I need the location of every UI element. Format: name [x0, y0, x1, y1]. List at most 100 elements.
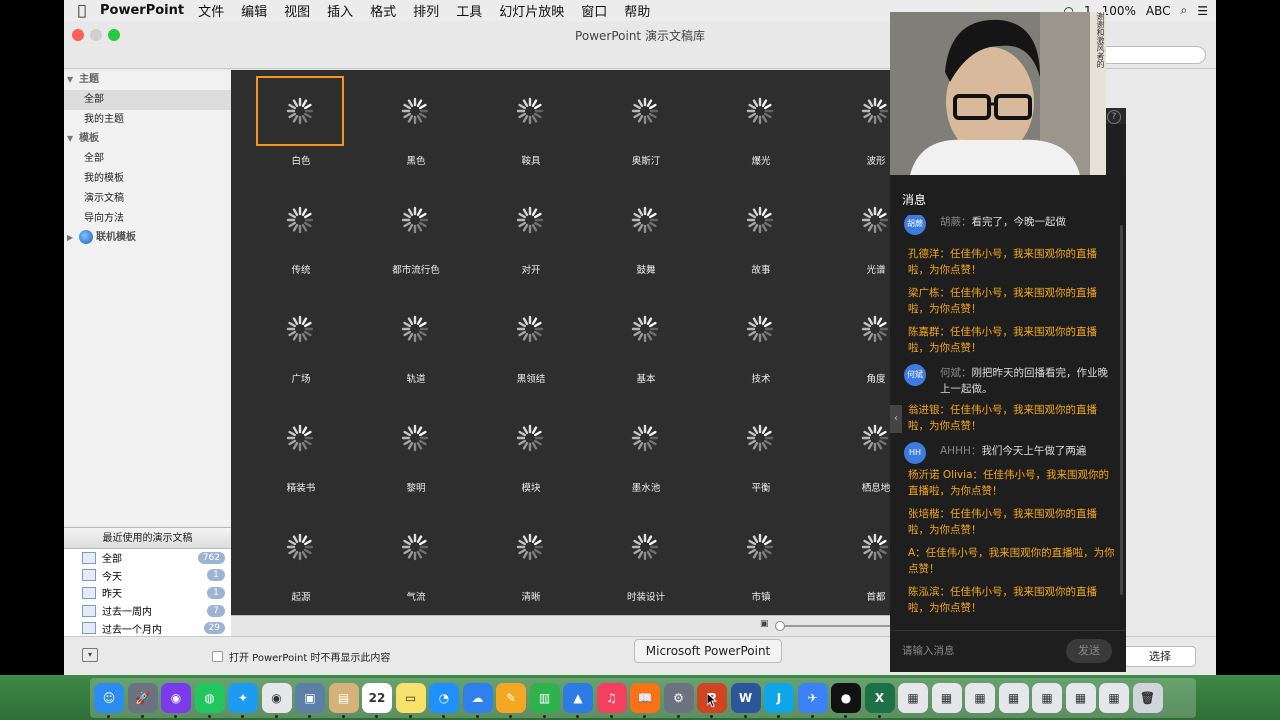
theme-thumbnail[interactable]	[371, 76, 459, 146]
sidebar-item[interactable]: 导向方法	[64, 209, 231, 229]
user-avatar[interactable]: HH	[904, 442, 926, 464]
system-preferences-dock-icon[interactable]: ⚙	[663, 683, 694, 713]
theme-tile[interactable]: 鞍具	[486, 76, 576, 167]
theme-thumbnail[interactable]	[831, 185, 891, 255]
theme-tile[interactable]: 传统	[256, 185, 346, 276]
doc-7-dock-icon[interactable]: ▦	[1099, 683, 1129, 713]
theme-tile[interactable]: 黑领结	[486, 294, 576, 385]
numbers-dock-icon[interactable]: ▥	[529, 683, 560, 713]
sidebar-item[interactable]: 全部	[64, 89, 231, 110]
menu-item[interactable]: 窗口	[581, 1, 607, 20]
theme-tile[interactable]: 奥斯汀	[601, 76, 691, 167]
itunes-dock-icon[interactable]: ♫	[596, 683, 627, 713]
apple-icon[interactable]: 	[64, 3, 100, 19]
menu-item[interactable]: 排列	[413, 1, 439, 20]
help-icon[interactable]: ?	[1107, 110, 1121, 124]
doc-1-dock-icon[interactable]: ▦	[898, 683, 928, 713]
ibooks-dock-icon[interactable]: 📖	[630, 683, 660, 713]
recent-item[interactable]: 过去一个月内 29	[64, 619, 231, 636]
theme-thumbnail[interactable]	[371, 185, 459, 255]
theme-thumbnail[interactable]	[371, 512, 459, 582]
doc-3-dock-icon[interactable]: ▦	[965, 683, 995, 713]
send-button[interactable]: 发送	[1066, 639, 1112, 663]
theme-tile[interactable]: 波形	[831, 76, 891, 167]
recent-item[interactable]: 过去一周内 7	[64, 602, 231, 620]
theme-thumbnail[interactable]	[256, 76, 344, 146]
theme-thumbnail[interactable]	[831, 76, 891, 146]
chat-username[interactable]: AHHH：	[940, 445, 981, 457]
doc-6-dock-icon[interactable]: ▦	[1065, 683, 1096, 713]
theme-thumbnail[interactable]	[371, 403, 459, 473]
doc-2-dock-icon[interactable]: ▦	[931, 683, 962, 713]
word-dock-icon[interactable]: W	[730, 683, 761, 713]
menu-item[interactable]: 视图	[284, 1, 310, 20]
trash-dock-icon[interactable]: 🗑	[1132, 683, 1163, 713]
theme-thumbnail[interactable]	[601, 76, 689, 146]
zoom-slider-track[interactable]	[776, 625, 896, 627]
recent-item[interactable]: 今天 1	[64, 567, 231, 585]
launchpad-dock-icon[interactable]: 🚀	[127, 683, 158, 713]
theme-tile[interactable]: 起源	[256, 512, 346, 603]
qq-dock-icon[interactable]: ◔	[429, 683, 459, 713]
theme-thumbnail[interactable]	[716, 294, 804, 364]
theme-tile[interactable]: 角度	[831, 294, 891, 385]
theme-thumbnail[interactable]	[716, 185, 804, 255]
theme-thumbnail[interactable]	[601, 403, 689, 473]
app-menu[interactable]: PowerPoint	[100, 3, 184, 18]
theme-tile[interactable]: 首都	[831, 512, 891, 603]
chat-username[interactable]: 何斌：	[940, 367, 972, 379]
theme-thumbnail[interactable]	[256, 403, 344, 473]
theme-thumbnail[interactable]	[716, 512, 804, 582]
theme-tile[interactable]: 技术	[716, 294, 806, 385]
theme-tile[interactable]: 故事	[716, 185, 806, 276]
disclosure-triangle-icon[interactable]: ▼	[67, 129, 79, 149]
theme-thumbnail[interactable]	[486, 294, 574, 364]
theme-tile[interactable]: 精装书	[256, 403, 346, 494]
theme-thumbnail[interactable]	[601, 512, 689, 582]
menu-item[interactable]: 帮助	[624, 1, 650, 20]
recorder-dock-icon[interactable]: ●	[831, 683, 861, 713]
theme-thumbnail[interactable]	[831, 403, 891, 473]
theme-thumbnail[interactable]	[601, 185, 689, 255]
theme-thumbnail[interactable]	[256, 185, 344, 255]
sidebar-item[interactable]: 全部	[64, 149, 231, 169]
menu-item[interactable]: 文件	[198, 1, 224, 20]
wechat-dock-icon[interactable]: ◍	[194, 683, 225, 713]
theme-tile[interactable]: 气流	[371, 512, 461, 603]
theme-thumbnail[interactable]	[256, 294, 344, 364]
disclosure-triangle-icon[interactable]: ▶	[67, 228, 79, 248]
sidebar-item[interactable]: 我的模板	[64, 169, 231, 189]
finder-dock-icon[interactable]: ☺	[94, 683, 124, 713]
sidebar-item[interactable]: 我的主题	[64, 110, 231, 130]
sidebar-section-header[interactable]: ▼ 主题	[64, 70, 231, 90]
dont-show-checkbox[interactable]	[212, 651, 223, 662]
theme-thumbnail[interactable]	[371, 294, 459, 364]
sidebar-item-online-templates[interactable]: ▶ 联机模板	[64, 228, 231, 248]
theme-tile[interactable]: 清晰	[486, 512, 576, 603]
recent-item[interactable]: 全部 762	[64, 549, 231, 567]
theme-tile[interactable]: 光谱	[831, 185, 891, 276]
zoom-slider-knob[interactable]	[775, 621, 785, 631]
recent-item[interactable]: 昨天 1	[64, 584, 231, 602]
chrome-dock-icon[interactable]: ◉	[261, 683, 292, 713]
disclosure-triangle-icon[interactable]: ▼	[67, 70, 79, 90]
sidebar-item[interactable]: 演示文稿	[64, 189, 231, 209]
theme-tile[interactable]: 黑色	[371, 76, 461, 167]
spotlight-icon[interactable]: ⌕	[1181, 3, 1188, 18]
safari-dock-icon[interactable]: ✦	[228, 683, 258, 713]
contacts-dock-icon[interactable]: ▤	[328, 683, 359, 713]
theme-tile[interactable]: 时装设计	[601, 512, 691, 603]
theme-thumbnail[interactable]	[831, 294, 891, 364]
theme-tile[interactable]: 模块	[486, 403, 576, 494]
select-button[interactable]: 选择	[1124, 646, 1196, 667]
user-avatar[interactable]: 何斌	[904, 364, 926, 386]
theme-thumbnail[interactable]	[486, 76, 574, 146]
theme-tile[interactable]: 白色	[256, 76, 346, 167]
siri-dock-icon[interactable]: ◉	[161, 683, 191, 713]
collapse-icon[interactable]: ▾	[82, 648, 98, 662]
message-dock-icon[interactable]: ✈	[797, 683, 828, 713]
theme-tile[interactable]: 广场	[256, 294, 346, 385]
doc-4-dock-icon[interactable]: ▦	[998, 683, 1029, 713]
user-avatar[interactable]: 胡蕨	[904, 215, 926, 235]
theme-thumbnail[interactable]	[716, 403, 804, 473]
